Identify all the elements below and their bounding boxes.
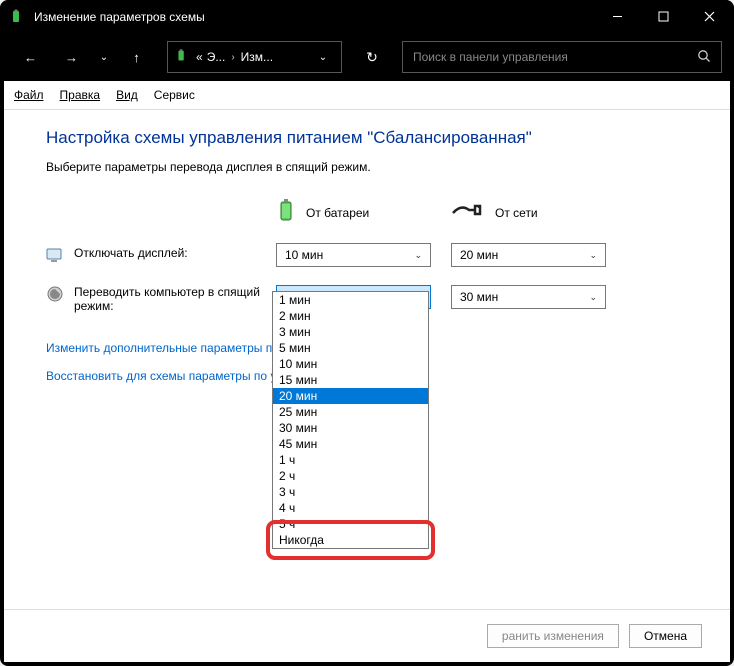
breadcrumb-prefix: « (196, 50, 203, 64)
display-off-battery-dropdown[interactable]: 10 мин⌄ (276, 243, 431, 267)
menu-file[interactable]: Файл (14, 88, 44, 102)
breadcrumb-seg2[interactable]: Изм... (241, 50, 273, 64)
menu-tools[interactable]: Сервис (154, 88, 195, 102)
display-icon (46, 246, 64, 264)
column-battery-label: От батареи (306, 206, 369, 220)
power-options-icon (8, 8, 26, 26)
recent-dropdown[interactable]: ⌄ (94, 39, 114, 76)
plug-icon (451, 202, 485, 223)
dropdown-item[interactable]: 3 ч (273, 484, 428, 500)
battery-icon (276, 198, 296, 227)
menu-edit[interactable]: Правка (60, 88, 101, 102)
up-button[interactable]: ↑ (118, 39, 155, 76)
dropdown-item[interactable]: 5 мин (273, 340, 428, 356)
breadcrumb[interactable]: « Э... › Изм... ⌄ (167, 41, 342, 73)
dropdown-item[interactable]: 30 мин (273, 420, 428, 436)
row-display-off-label: Отключать дисплей: (74, 246, 188, 260)
dropdown-item[interactable]: Никогда (273, 532, 428, 548)
forward-button[interactable]: → (53, 39, 90, 76)
dropdown-item[interactable]: 45 мин (273, 436, 428, 452)
page-title: Настройка схемы управления питанием "Сба… (46, 128, 702, 148)
search-input[interactable]: Поиск в панели управления (402, 41, 722, 73)
sleep-battery-dropdown-list[interactable]: 1 мин2 мин3 мин5 мин10 мин15 мин20 мин25… (272, 291, 429, 549)
dropdown-item[interactable]: 5 ч (273, 516, 428, 532)
power-options-icon (174, 48, 192, 66)
chevron-down-icon[interactable]: ⌄ (311, 52, 335, 63)
close-button[interactable] (686, 0, 732, 33)
dropdown-item[interactable]: 1 мин (273, 292, 428, 308)
dropdown-item[interactable]: 25 мин (273, 404, 428, 420)
maximize-button[interactable] (640, 0, 686, 33)
chevron-down-icon: ⌄ (589, 250, 597, 261)
dropdown-item[interactable]: 2 мин (273, 308, 428, 324)
chevron-right-icon: › (231, 52, 234, 63)
dropdown-item[interactable]: 10 мин (273, 356, 428, 372)
cancel-button[interactable]: Отмена (629, 624, 702, 648)
dropdown-item[interactable]: 20 мин (273, 388, 428, 404)
chevron-down-icon: ⌄ (414, 250, 422, 261)
minimize-button[interactable] (594, 0, 640, 33)
sleep-plugged-dropdown[interactable]: 30 мин⌄ (451, 285, 606, 309)
dropdown-item[interactable]: 4 ч (273, 500, 428, 516)
page-subtitle: Выберите параметры перевода дисплея в сп… (46, 160, 702, 174)
breadcrumb-seg1[interactable]: Э... (207, 50, 226, 64)
column-plugged-label: От сети (495, 206, 538, 220)
display-off-plugged-dropdown[interactable]: 20 мин⌄ (451, 243, 606, 267)
sleep-icon (46, 285, 64, 303)
search-placeholder: Поиск в панели управления (413, 50, 697, 64)
window-title: Изменение параметров схемы (34, 10, 594, 24)
refresh-button[interactable]: ↻ (354, 41, 390, 73)
chevron-down-icon: ⌄ (589, 292, 597, 303)
menu-view[interactable]: Вид (116, 88, 138, 102)
dropdown-item[interactable]: 2 ч (273, 468, 428, 484)
dropdown-item[interactable]: 3 мин (273, 324, 428, 340)
back-button[interactable]: ← (12, 39, 49, 76)
search-icon (697, 49, 711, 66)
save-button[interactable]: ранить изменения (487, 624, 619, 648)
dropdown-item[interactable]: 15 мин (273, 372, 428, 388)
row-sleep-label: Переводить компьютер в спящий режим: (74, 285, 276, 313)
dropdown-item[interactable]: 1 ч (273, 452, 428, 468)
